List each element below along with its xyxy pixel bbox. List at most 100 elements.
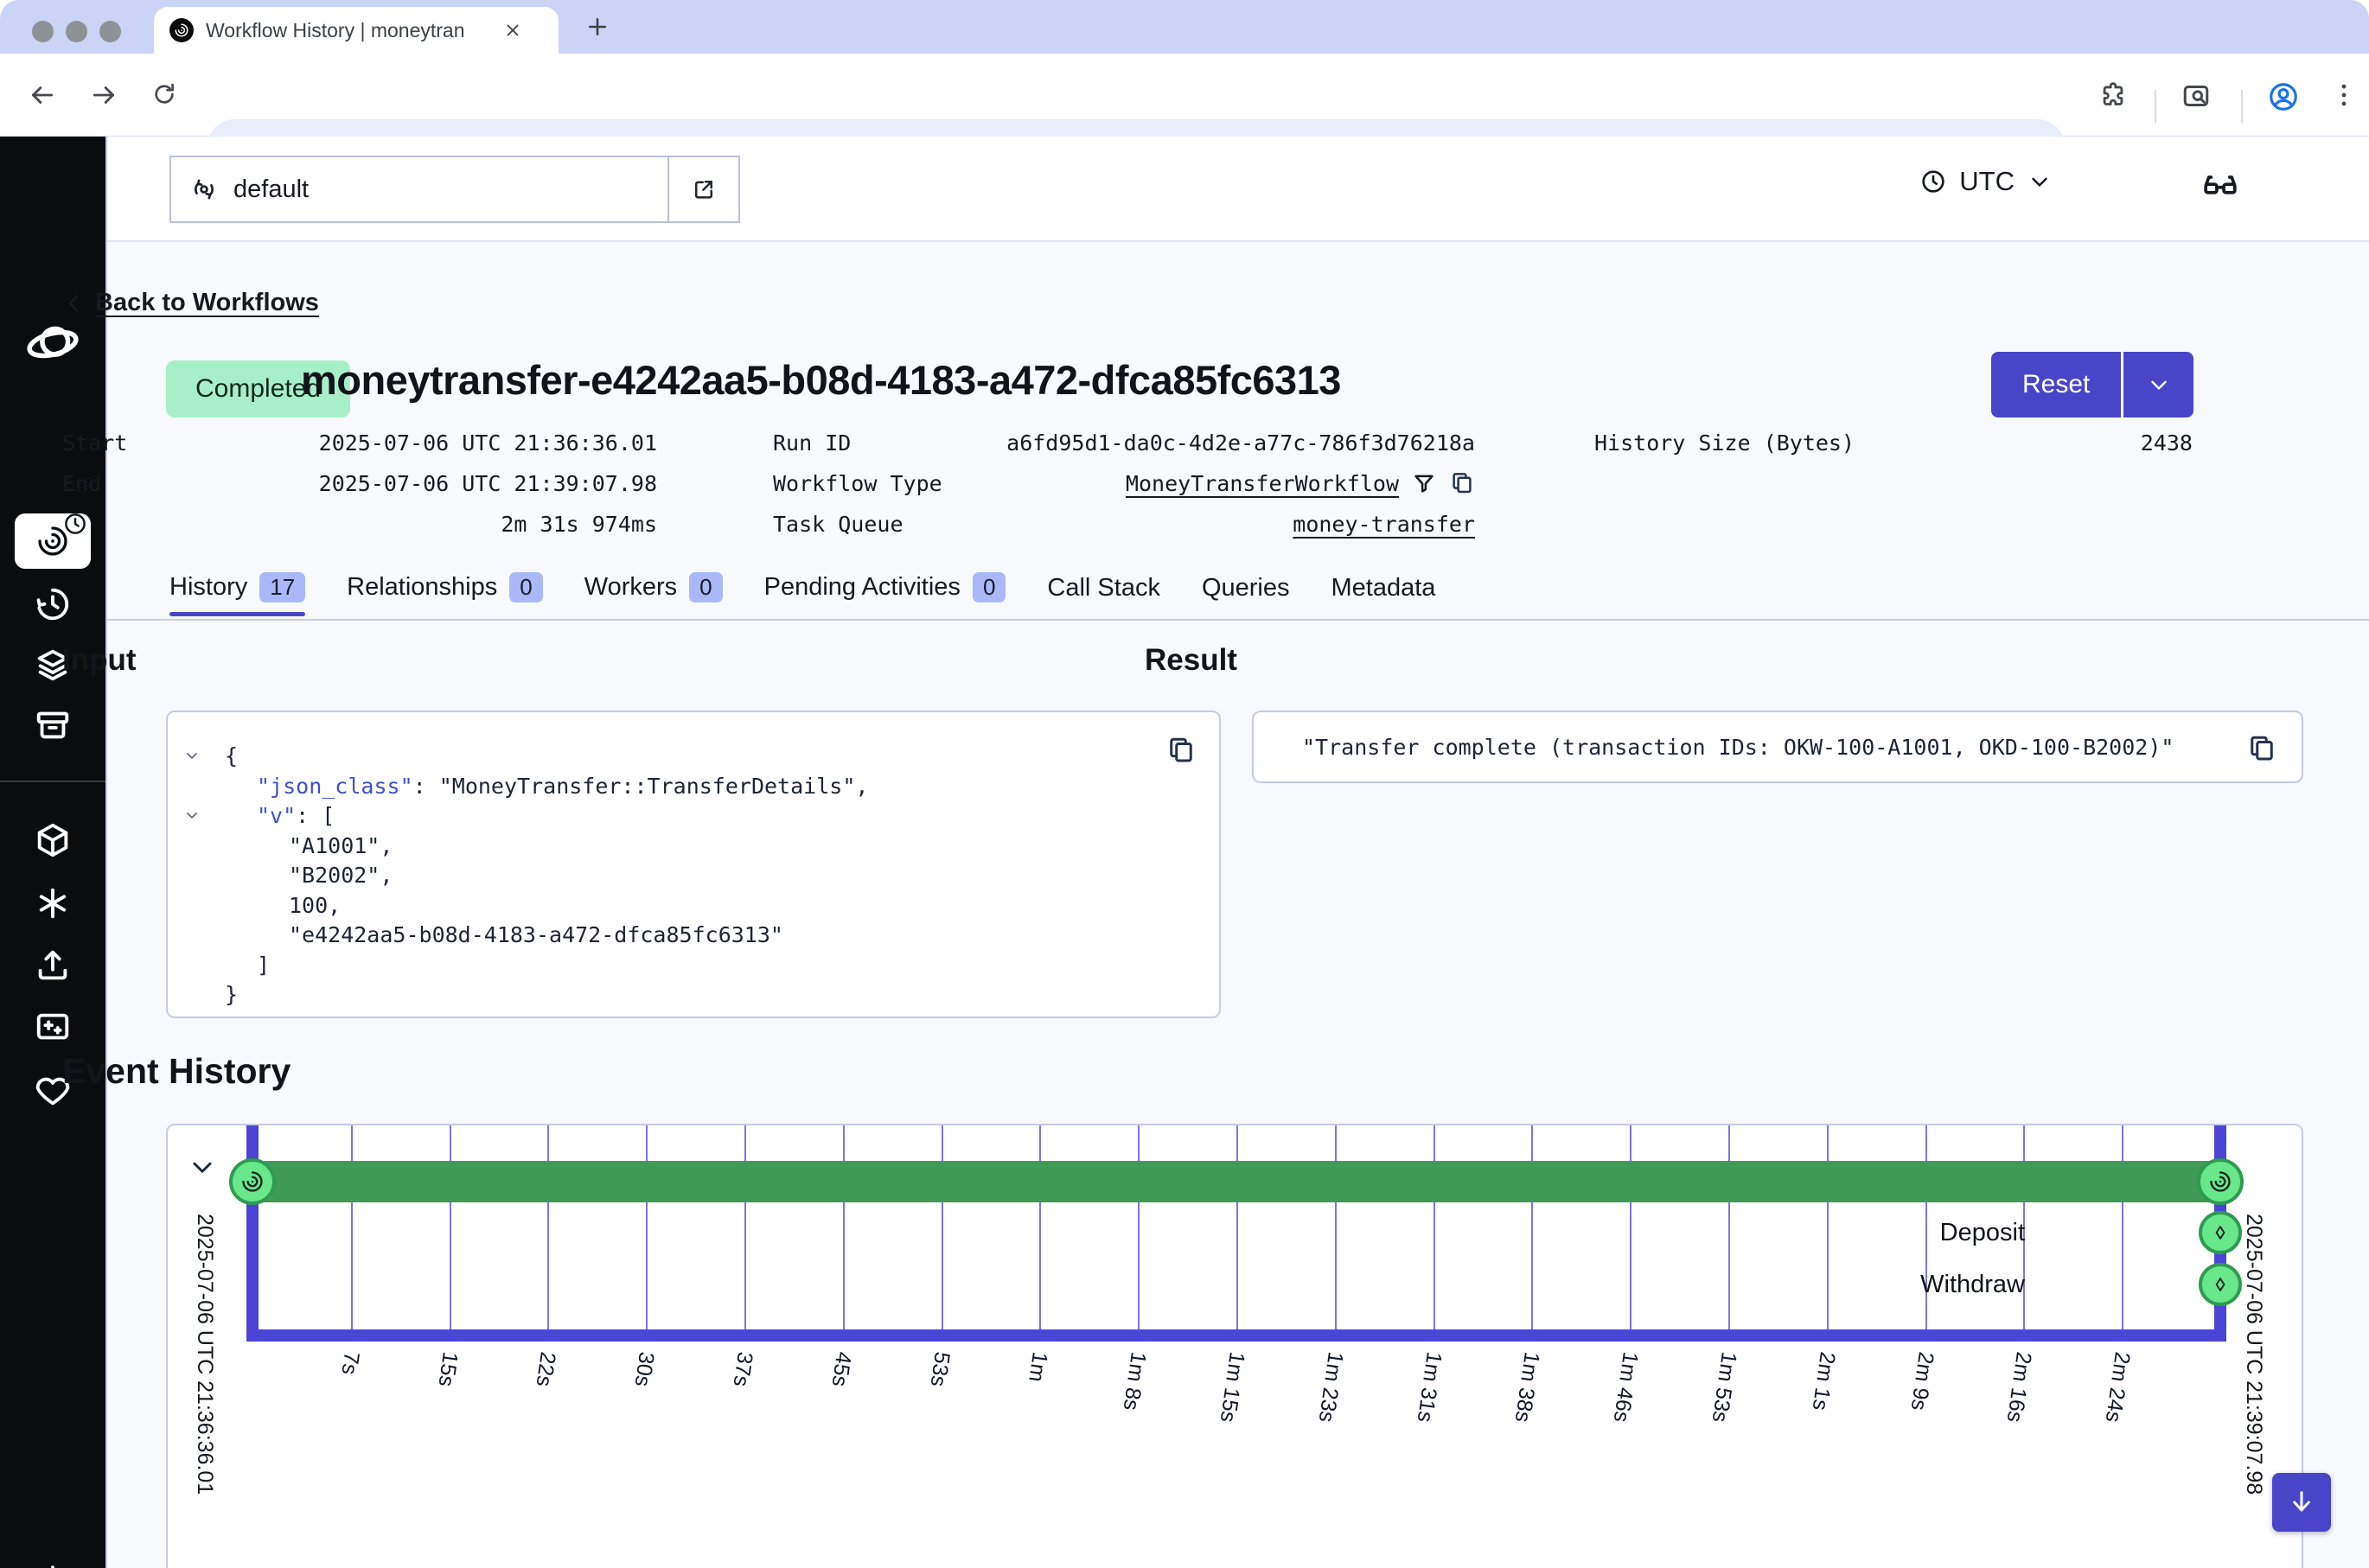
timezone-selector[interactable]: UTC xyxy=(1919,166,2053,197)
tab-workers[interactable]: Workers0 xyxy=(584,572,723,616)
chevron-left-icon xyxy=(62,291,86,316)
sidebar-item-archive[interactable] xyxy=(0,705,105,745)
theme-toggle-sun-icon[interactable] xyxy=(0,1563,105,1568)
window-minimize-button[interactable] xyxy=(66,21,87,42)
glasses-icon[interactable] xyxy=(2201,168,2239,206)
reload-icon[interactable] xyxy=(150,80,178,108)
copy-icon[interactable] xyxy=(1165,735,1197,766)
tab-strip: Workflow History | moneytran xyxy=(0,0,2369,54)
json-line: "v": [ xyxy=(257,803,335,828)
copy-icon[interactable] xyxy=(2246,733,2277,764)
input-card: {"json_class": "MoneyTransfer::TransferD… xyxy=(166,711,1221,1018)
toolbar-divider xyxy=(2241,90,2243,123)
workflow-end-marker[interactable] xyxy=(2197,1158,2244,1205)
json-line: } xyxy=(225,982,238,1007)
task-queue-link[interactable]: money-transfer xyxy=(1293,512,1475,537)
tab-title: Workflow History | moneytran xyxy=(206,19,491,42)
sidebar-item-nexus[interactable] xyxy=(0,883,105,923)
download-history-button[interactable] xyxy=(2272,1473,2331,1532)
workflow-start-marker[interactable] xyxy=(229,1158,276,1205)
back-arrow-icon[interactable] xyxy=(28,80,57,110)
timeline-gridline xyxy=(547,1125,549,1329)
workflow-type-link[interactable]: MoneyTransferWorkflow xyxy=(1126,471,1399,496)
timeline-tick-label: 1m 8s xyxy=(1118,1350,1151,1412)
tab-queries[interactable]: Queries xyxy=(1202,574,1290,616)
timeline-gridline xyxy=(351,1125,353,1329)
namespace-switcher-icon xyxy=(190,175,218,203)
extensions-icon[interactable] xyxy=(2098,80,2128,110)
workflow-execution-bar[interactable] xyxy=(254,1161,2220,1202)
window-close-button[interactable] xyxy=(32,21,54,42)
timeline-gridline xyxy=(2122,1125,2123,1329)
activity-row-label: Deposit xyxy=(1940,1219,2025,1247)
tab-pending-activities[interactable]: Pending Activities0 xyxy=(764,572,1006,616)
tab-call-stack[interactable]: Call Stack xyxy=(1047,574,1160,616)
tab-metadata[interactable]: Metadata xyxy=(1331,574,1436,616)
tab-relationships[interactable]: Relationships0 xyxy=(347,572,543,616)
json-line: ] xyxy=(257,953,270,978)
temporal-logo-icon[interactable] xyxy=(0,316,105,373)
timeline-gridline xyxy=(450,1125,451,1329)
timeline-gridline xyxy=(1335,1125,1337,1329)
tab-count-badge: 0 xyxy=(973,572,1006,602)
timeline-gridline xyxy=(1236,1125,1238,1329)
copy-icon[interactable] xyxy=(1449,470,1475,496)
timeline-gridline xyxy=(744,1125,746,1329)
timeline-tick-label: 2m 9s xyxy=(1905,1350,1938,1412)
window-zoom-button[interactable] xyxy=(99,21,121,42)
app-main: 2.34.0 default UTC Back to Workflows xyxy=(0,137,2369,1568)
cube-icon xyxy=(33,820,73,860)
meta-start-row: Start 2025-07-06 UTC 21:36:36.01 xyxy=(62,425,657,460)
timeline-end-timestamp: 2025-07-06 UTC 21:39:07.98 xyxy=(2241,1214,2266,1495)
sidebar-divider xyxy=(0,781,105,782)
tab-close-icon[interactable] xyxy=(503,21,522,40)
sidebar-item-codec[interactable] xyxy=(0,820,105,860)
sidebar-item-docs[interactable] xyxy=(0,1008,105,1048)
timeline-tick-label: 30s xyxy=(629,1350,659,1388)
browser-tab[interactable]: Workflow History | moneytran xyxy=(154,7,559,54)
collapse-chevron-icon[interactable] xyxy=(187,1151,218,1182)
timeline-gridline xyxy=(1138,1125,1140,1329)
timeline-bottom-axis xyxy=(246,1329,2226,1342)
timezone-label: UTC xyxy=(1959,166,2015,197)
timeline-tick-label: 7s xyxy=(335,1350,363,1376)
new-tab-button[interactable] xyxy=(584,14,610,40)
meta-historysize-row: History Size (Bytes) 2438 xyxy=(1594,425,2193,460)
meta-runid-row: Run ID a6fd95d1-da0c-4d2e-a77c-786f3d762… xyxy=(773,425,1475,460)
timeline-gridline xyxy=(646,1125,648,1329)
namespace-open-button[interactable] xyxy=(667,157,738,221)
collapse-caret-icon[interactable] xyxy=(183,747,201,764)
temporal-favicon-icon xyxy=(169,18,194,42)
tab-count-badge: 17 xyxy=(259,572,305,602)
upload-icon xyxy=(33,946,73,985)
clock-history-icon xyxy=(33,584,73,624)
activity-row-label: Withdraw xyxy=(1920,1271,2025,1299)
filter-icon[interactable] xyxy=(1411,470,1437,496)
timeline-tick-label: 1m 38s xyxy=(1510,1350,1544,1424)
menu-dots-icon[interactable] xyxy=(2329,80,2359,110)
book-sparkle-icon xyxy=(33,1008,73,1048)
back-to-workflows-link[interactable]: Back to Workflows xyxy=(62,289,319,317)
sidebar-item-import[interactable] xyxy=(0,946,105,985)
timeline-gridline xyxy=(843,1125,845,1329)
json-line: "B2002", xyxy=(289,863,393,888)
timeline-tick-label: 1m 53s xyxy=(1707,1350,1741,1424)
json-line: "A1001", xyxy=(289,833,393,858)
namespace-selector[interactable]: default xyxy=(169,156,740,223)
forward-arrow-icon[interactable] xyxy=(89,80,118,110)
profile-avatar-icon[interactable] xyxy=(2267,80,2300,113)
timeline-gridline xyxy=(1827,1125,1829,1329)
result-heading: Result xyxy=(1145,643,1237,678)
result-card: "Transfer complete (transaction IDs: OKW… xyxy=(1252,711,2303,783)
sidebar-item-schedules[interactable] xyxy=(0,584,105,624)
deposit-activity-marker[interactable] xyxy=(2199,1211,2242,1254)
tab-history[interactable]: History17 xyxy=(169,572,305,616)
app-header: default UTC xyxy=(107,137,2369,242)
collapse-caret-icon[interactable] xyxy=(183,806,201,824)
reset-button[interactable]: Reset xyxy=(1991,352,2193,417)
withdraw-activity-marker[interactable] xyxy=(2199,1263,2242,1306)
tab-search-icon[interactable] xyxy=(2181,80,2212,112)
reset-menu-chevron-icon[interactable] xyxy=(2121,352,2193,417)
timeline-tick-label: 2m 24s xyxy=(2100,1350,2135,1424)
meta-duration-row: 2m 31s 974ms xyxy=(62,507,657,541)
